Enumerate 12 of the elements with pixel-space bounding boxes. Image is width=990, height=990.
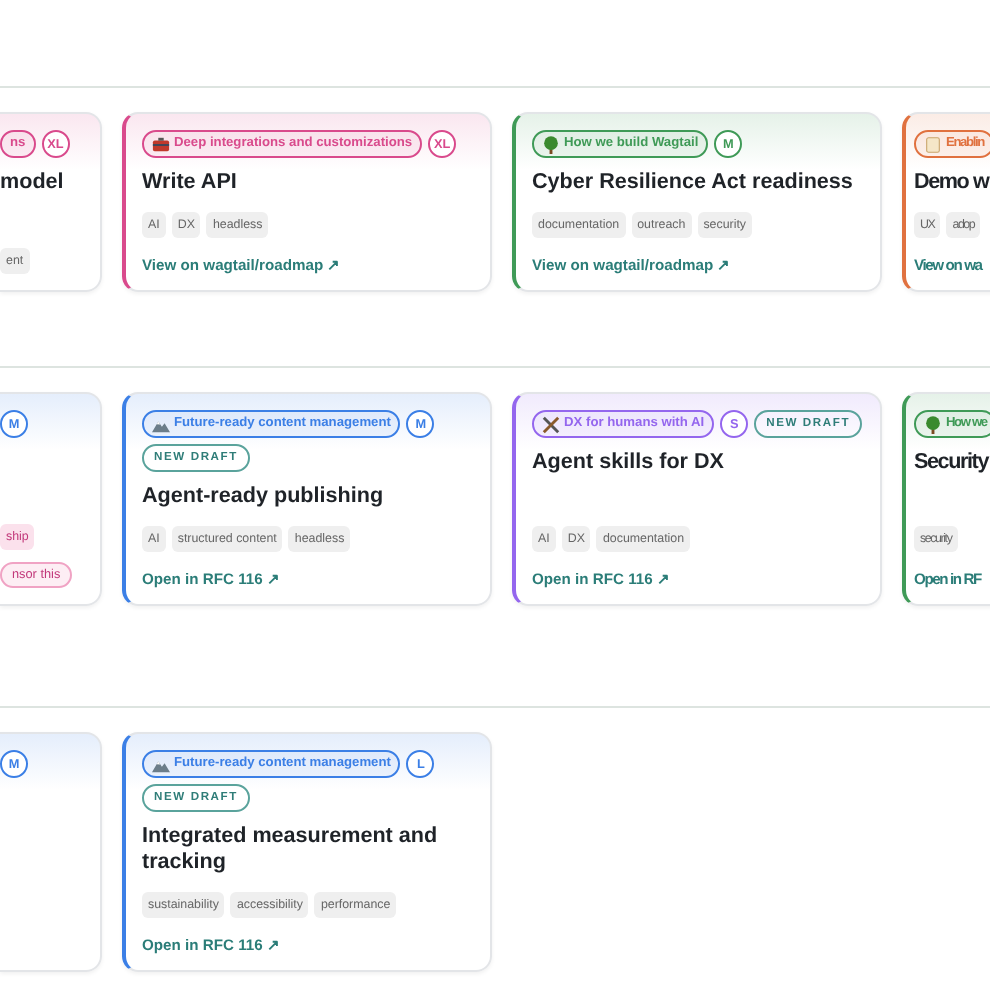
tree-icon (542, 135, 560, 153)
toolbox-icon (152, 135, 170, 153)
card-title: Write API (142, 170, 239, 196)
card-title: Security (914, 450, 990, 476)
card-title: Agent-ready publishing (142, 484, 386, 510)
card-title: Integrated measurement and tracking (142, 824, 440, 876)
tools-icon (542, 415, 560, 433)
tree-icon (924, 415, 942, 433)
card-title: Agent skills for DX (532, 450, 726, 476)
card-title: model (0, 170, 66, 196)
card-title: Demo w (914, 170, 990, 196)
card-title: Cyber Resilience Act readiness (532, 170, 855, 196)
